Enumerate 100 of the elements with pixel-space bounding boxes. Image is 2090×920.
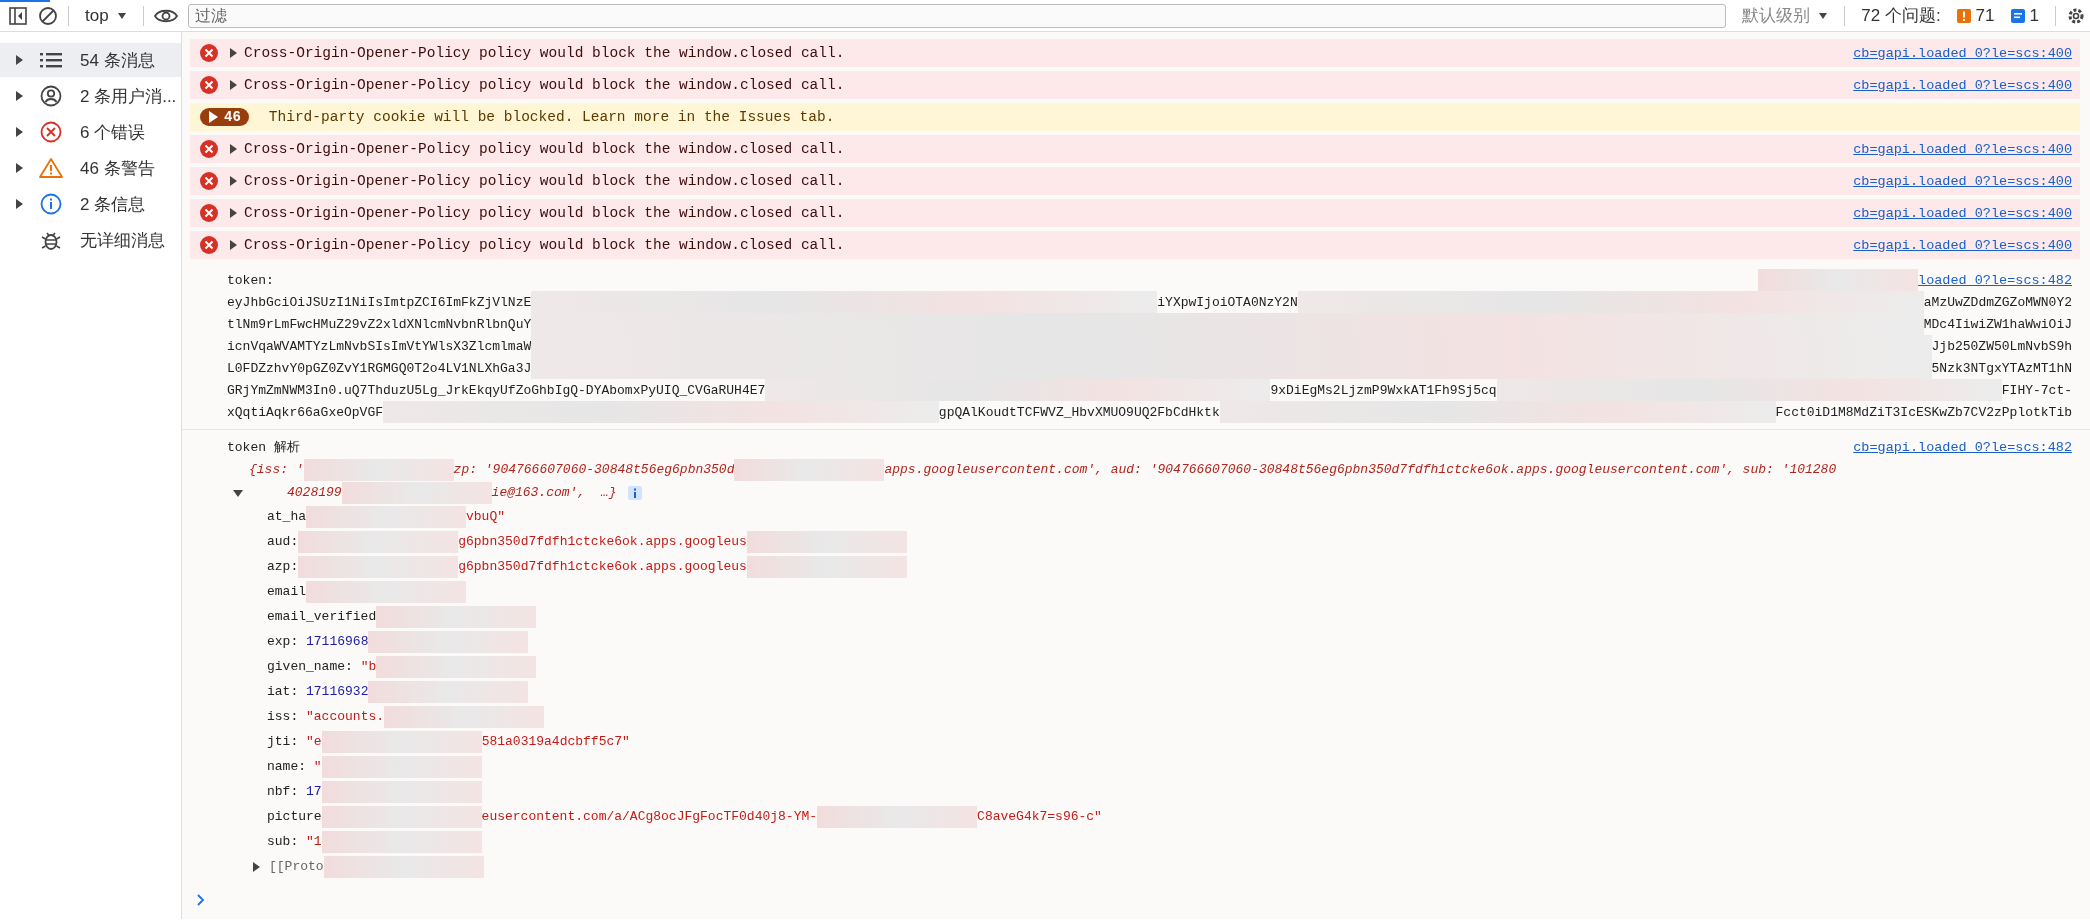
property-value: 17116932 — [305, 684, 369, 699]
source-link[interactable]: cb=gapi.loaded_0?le=scs:482 — [1853, 439, 2072, 455]
token-text: gpQAlKoudtTCFWVZ_HbvXMUO9UQ2FbCdHktk — [938, 404, 1220, 420]
token-text: iYXpwIjoiOTA0NzY2N — [1157, 294, 1298, 310]
token-text: xQqtiAqkr66aGxeOpVGF — [227, 404, 384, 420]
token-text: aMzUwZDdmZGZoMWN0Y2 — [1923, 294, 2072, 310]
expand-arrow-icon — [14, 55, 24, 65]
expand-arrow-icon — [228, 144, 238, 154]
message-text: Cross-Origin-Opener-Policy policy would block the window.closed call. — [244, 173, 845, 189]
expand-arrow-icon — [14, 127, 24, 137]
sidebar-item[interactable]: 2 条用户消... — [0, 79, 181, 113]
error-icon — [200, 204, 218, 222]
error-icon — [200, 76, 218, 94]
property-key: at_ha — [267, 509, 306, 524]
property-value: eusercontent.com/a/ACg8ocJFgFocTF0d40j8-YM- — [481, 809, 818, 824]
log-label: token: — [227, 272, 274, 288]
token-text: Fcct0iD1M8MdZiT3IcESKwZb7CV2zPplotkTib — [1775, 404, 2072, 420]
property-value: C8aveG4k7=s96-c" — [977, 809, 1102, 824]
caret-icon — [1818, 11, 1829, 20]
object-summary-text: 4028199 — [287, 485, 342, 500]
object-summary-text: zp: '904766607060-30848t56eg6pbn350d — [453, 462, 735, 477]
source-link[interactable]: cb=gapi.loaded_0?le=scs:400 — [1853, 237, 2072, 253]
token-text: L0FDZzhvY0pGZ0ZvY1RGMGQ0T2o4LV1NLXhGa3J — [227, 360, 532, 376]
property-key: iss: — [267, 709, 299, 724]
issues-button[interactable]: 72 个问题: 71 1 — [1855, 2, 2045, 29]
token-text: 9xDiEgMs2LjzmP9WxkAT1Fh9Sj5cq — [1270, 382, 1497, 398]
property-value: "accounts. — [305, 709, 385, 724]
property-value: 581a0319a4dcbff5c7" — [481, 734, 630, 749]
warning-icon — [39, 157, 63, 179]
token-text: GRjYmZmNWM3In0.uQ7ThduzU5Lg_JrkEkqyUfZoGhbIgQ-DYAbomxPyUIQ_CVGaRUH4E7 — [227, 382, 766, 398]
prototype-label: [[Proto — [269, 859, 324, 874]
message-text: Cross-Origin-Opener-Policy policy would block the window.closed call. — [244, 141, 845, 157]
expand-arrow-icon — [228, 48, 238, 58]
user-icon — [40, 85, 62, 107]
message-text: Cross-Origin-Opener-Policy policy would block the window.closed call. — [244, 45, 845, 61]
object-summary-text: {iss: ' — [249, 462, 304, 477]
info-icon — [40, 193, 62, 215]
source-link[interactable]: cb=gapi.loaded_0?le=scs:400 — [1853, 45, 2072, 61]
message-text: Third-party cookie will be blocked. Learn more in the Issues tab. — [268, 109, 835, 125]
property-value: 17 — [305, 784, 322, 799]
expand-arrow-icon — [228, 176, 238, 186]
source-link[interactable]: cb=gapi.loaded_0?le=scs:400 — [1853, 77, 2072, 93]
property-value: vbuQ" — [466, 509, 506, 524]
sidebar-item[interactable]: 2 条信息 — [0, 187, 181, 221]
property-key: jti: — [267, 734, 299, 749]
object-summary-text: ie@163.com', …} — [491, 485, 617, 500]
property-key: nbf: — [267, 784, 299, 799]
property-key: sub: — [267, 834, 299, 849]
property-key: email — [267, 584, 306, 599]
source-link[interactable]: cb=gapi.loaded_0?le=scs:400 — [1853, 173, 2072, 189]
token-text: eyJhbGciOiJSUzI1NiIsImtpZCI6ImFkZjVlNzE — [227, 294, 532, 310]
error-icon — [200, 140, 218, 158]
sidebar-item[interactable]: 54 条消息 — [0, 43, 181, 77]
list-icon — [40, 51, 62, 69]
property-value: "b — [359, 659, 377, 674]
expand-arrow-icon — [14, 163, 24, 173]
expand-arrow-icon — [228, 208, 238, 218]
property-key: picture — [267, 809, 322, 824]
source-link[interactable]: cb=gapi.loaded_0?le=scs:400 — [1853, 141, 2072, 157]
expand-arrow-icon — [228, 240, 238, 250]
sidebar-item[interactable]: 无详细消息 — [0, 223, 181, 257]
message-text: Cross-Origin-Opener-Policy policy would block the window.closed call. — [244, 205, 845, 221]
filter-field[interactable]: 过滤 — [187, 3, 1727, 28]
property-key: email_verified — [267, 609, 377, 624]
token-text: 5Nzk3NTgxYTAzMT1hN — [1931, 360, 2072, 376]
source-link[interactable]: cb=gapi.loaded_0?le=scs:400 — [1853, 205, 2072, 221]
issue-warning-icon — [1956, 8, 1971, 23]
expand-arrow-icon — [14, 199, 24, 209]
property-key: iat: — [267, 684, 299, 699]
error-icon — [200, 44, 218, 62]
sidebar-item[interactable]: 6 个错误 — [0, 115, 181, 149]
property-value: g6pbn350d7fdfh1ctcke6ok.apps.googleus — [458, 559, 747, 574]
repeat-count-badge: 46 — [200, 108, 249, 126]
caret-icon — [116, 11, 127, 20]
log-level-dropdown[interactable]: 默认级别 — [1736, 2, 1835, 29]
expand-arrow-icon — [208, 111, 218, 123]
property-value: g6pbn350d7fdfh1ctcke6ok.apps.googleus — [458, 534, 747, 549]
object-summary-text: apps.googleusercontent.com', aud: '904766607060-30848t56eg6pbn350d7fdfh1ctcke6ok.apps.googleusercontent.com', sub: '101280 — [884, 462, 1837, 477]
clear-console-icon[interactable] — [38, 5, 58, 26]
property-value: "1 — [305, 834, 322, 849]
property-value: "e — [305, 734, 322, 749]
token-text: icnVqaWVAMTYzLmNvbSIsImVtYWlsX3ZlcmlmaW — [227, 338, 532, 354]
error-icon — [40, 121, 62, 143]
info-message-icon — [2010, 8, 2025, 23]
token-text: Jjb250ZW50LmNvbS9h — [1931, 338, 2072, 354]
context-dropdown[interactable]: top — [79, 3, 133, 28]
log-label: token 解析 — [227, 439, 300, 456]
sidebar-item[interactable]: 46 条警告 — [0, 151, 181, 185]
token-text: MDc4IiwiZW1haWwiOiJ — [1923, 316, 2072, 332]
property-key: azp: — [267, 559, 299, 574]
property-key: aud: — [267, 534, 299, 549]
dock-side-icon[interactable] — [8, 5, 28, 26]
prompt-chevron-icon — [196, 893, 206, 907]
property-key: name: — [267, 759, 306, 774]
error-icon — [200, 172, 218, 190]
message-text: Cross-Origin-Opener-Policy policy would block the window.closed call. — [244, 77, 845, 93]
message-text: Cross-Origin-Opener-Policy policy would block the window.closed call. — [244, 237, 845, 253]
info-icon[interactable] — [628, 485, 643, 500]
source-link[interactable]: loaded_0?le=scs:482 — [1918, 272, 2072, 288]
error-icon — [200, 236, 218, 254]
